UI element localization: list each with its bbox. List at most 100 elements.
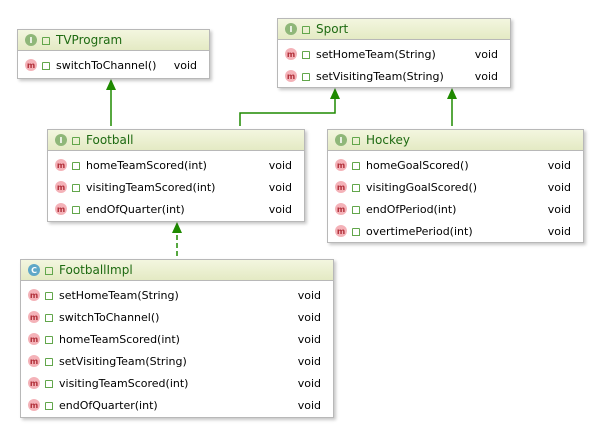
return-type: void (268, 158, 292, 172)
method-badge-icon: m (28, 311, 40, 323)
public-lock-icon (352, 206, 360, 214)
method-name: visitingTeamScored(int) (59, 376, 189, 390)
method-badge-icon: m (335, 159, 347, 171)
return-type: void (474, 69, 498, 83)
method-name: homeGoalScored() (366, 158, 469, 172)
hockey-title: Hockey (366, 133, 410, 147)
public-lock-icon (302, 73, 310, 81)
method-row[interactable]: m setHomeTeam(String) void (278, 43, 510, 65)
return-type: void (268, 202, 292, 216)
tvprogram-methods: m switchToChannel() void (18, 51, 209, 76)
method-badge-icon: m (28, 377, 40, 389)
footballimpl-methods: m setHomeTeam(String) void m switchToCha… (21, 281, 333, 416)
method-name: endOfQuarter(int) (86, 202, 185, 216)
public-lock-icon (352, 228, 360, 236)
method-name: visitingGoalScored() (366, 180, 478, 194)
method-row[interactable]: m homeTeamScored(int) void (21, 328, 333, 350)
return-type: void (474, 47, 498, 61)
public-lock-icon (352, 137, 360, 145)
sport-interface[interactable]: I Sport m setHomeTeam(String) void m set… (277, 18, 511, 88)
footballimpl-class[interactable]: C FootballImpl m setHomeTeam(String) voi… (20, 259, 334, 418)
method-row[interactable]: m endOfQuarter(int) void (48, 198, 304, 220)
method-row[interactable]: m homeTeamScored(int) void (48, 154, 304, 176)
method-name: homeTeamScored(int) (86, 158, 207, 172)
football-title: Football (86, 133, 134, 147)
method-badge-icon: m (285, 48, 297, 60)
tvprogram-interface[interactable]: I TVProgram m switchToChannel() void (17, 29, 210, 79)
return-type: void (547, 158, 571, 172)
interface-badge-icon: I (25, 34, 37, 46)
public-lock-icon (72, 184, 80, 192)
public-lock-icon (72, 162, 80, 170)
interface-badge-icon: I (335, 134, 347, 146)
method-name: setVisitingTeam(String) (59, 354, 187, 368)
method-badge-icon: m (55, 159, 67, 171)
public-lock-icon (302, 51, 310, 59)
interface-badge-icon: I (285, 23, 297, 35)
sport-header: I Sport (278, 19, 510, 40)
method-row[interactable]: m homeGoalScored() void (328, 154, 583, 176)
return-type: void (297, 376, 321, 390)
method-row[interactable]: m visitingGoalScored() void (328, 176, 583, 198)
method-badge-icon: m (335, 225, 347, 237)
method-row[interactable]: m endOfPeriod(int) void (328, 198, 583, 220)
method-name: endOfQuarter(int) (59, 398, 158, 412)
method-badge-icon: m (335, 181, 347, 193)
hockey-interface[interactable]: I Hockey m homeGoalScored() void m visit… (327, 129, 584, 243)
return-type: void (547, 180, 571, 194)
public-lock-icon (72, 206, 80, 214)
method-row[interactable]: m setVisitingTeam(String) void (21, 350, 333, 372)
public-lock-icon (45, 267, 53, 275)
method-badge-icon: m (55, 181, 67, 193)
return-type: void (297, 332, 321, 346)
football-interface[interactable]: I Football m homeTeamScored(int) void m … (47, 129, 305, 222)
method-name: overtimePeriod(int) (366, 224, 473, 238)
hockey-header: I Hockey (328, 130, 583, 151)
return-type: void (297, 288, 321, 302)
return-type: void (297, 398, 321, 412)
football-methods: m homeTeamScored(int) void m visitingTea… (48, 151, 304, 220)
method-row[interactable]: m setHomeTeam(String) void (21, 284, 333, 306)
public-lock-icon (302, 26, 310, 34)
public-lock-icon (352, 184, 360, 192)
sport-arrowhead-left (330, 88, 340, 99)
method-badge-icon: m (285, 70, 297, 82)
return-type: void (297, 354, 321, 368)
class-badge-icon: C (28, 264, 40, 276)
football-header: I Football (48, 130, 304, 151)
tvprogram-title: TVProgram (56, 33, 123, 47)
public-lock-icon (72, 137, 80, 145)
public-lock-icon (45, 402, 53, 410)
return-type: void (547, 202, 571, 216)
method-row[interactable]: m switchToChannel() void (18, 54, 209, 76)
football-to-sport-line (239, 98, 336, 126)
public-lock-icon (45, 336, 53, 344)
method-name: visitingTeamScored(int) (86, 180, 216, 194)
sport-methods: m setHomeTeam(String) void m setVisiting… (278, 40, 510, 87)
sport-title: Sport (316, 22, 349, 36)
method-row[interactable]: m visitingTeamScored(int) void (48, 176, 304, 198)
return-type: void (547, 224, 571, 238)
method-row[interactable]: m overtimePeriod(int) void (328, 220, 583, 242)
public-lock-icon (352, 162, 360, 170)
method-name: switchToChannel() (56, 58, 157, 72)
method-name: setVisitingTeam(String) (316, 69, 444, 83)
public-lock-icon (45, 314, 53, 322)
method-row[interactable]: m visitingTeamScored(int) void (21, 372, 333, 394)
method-badge-icon: m (28, 355, 40, 367)
sport-arrowhead-right (447, 88, 457, 99)
method-name: homeTeamScored(int) (59, 332, 180, 346)
method-badge-icon: m (28, 289, 40, 301)
method-row[interactable]: m endOfQuarter(int) void (21, 394, 333, 416)
public-lock-icon (42, 37, 50, 45)
method-badge-icon: m (55, 203, 67, 215)
footballimpl-header: C FootballImpl (21, 260, 333, 281)
method-badge-icon: m (335, 203, 347, 215)
method-name: endOfPeriod(int) (366, 202, 457, 216)
method-name: setHomeTeam(String) (316, 47, 436, 61)
method-badge-icon: m (28, 333, 40, 345)
method-row[interactable]: m switchToChannel() void (21, 306, 333, 328)
method-row[interactable]: m setVisitingTeam(String) void (278, 65, 510, 87)
public-lock-icon (42, 62, 50, 70)
method-name: switchToChannel() (59, 310, 160, 324)
